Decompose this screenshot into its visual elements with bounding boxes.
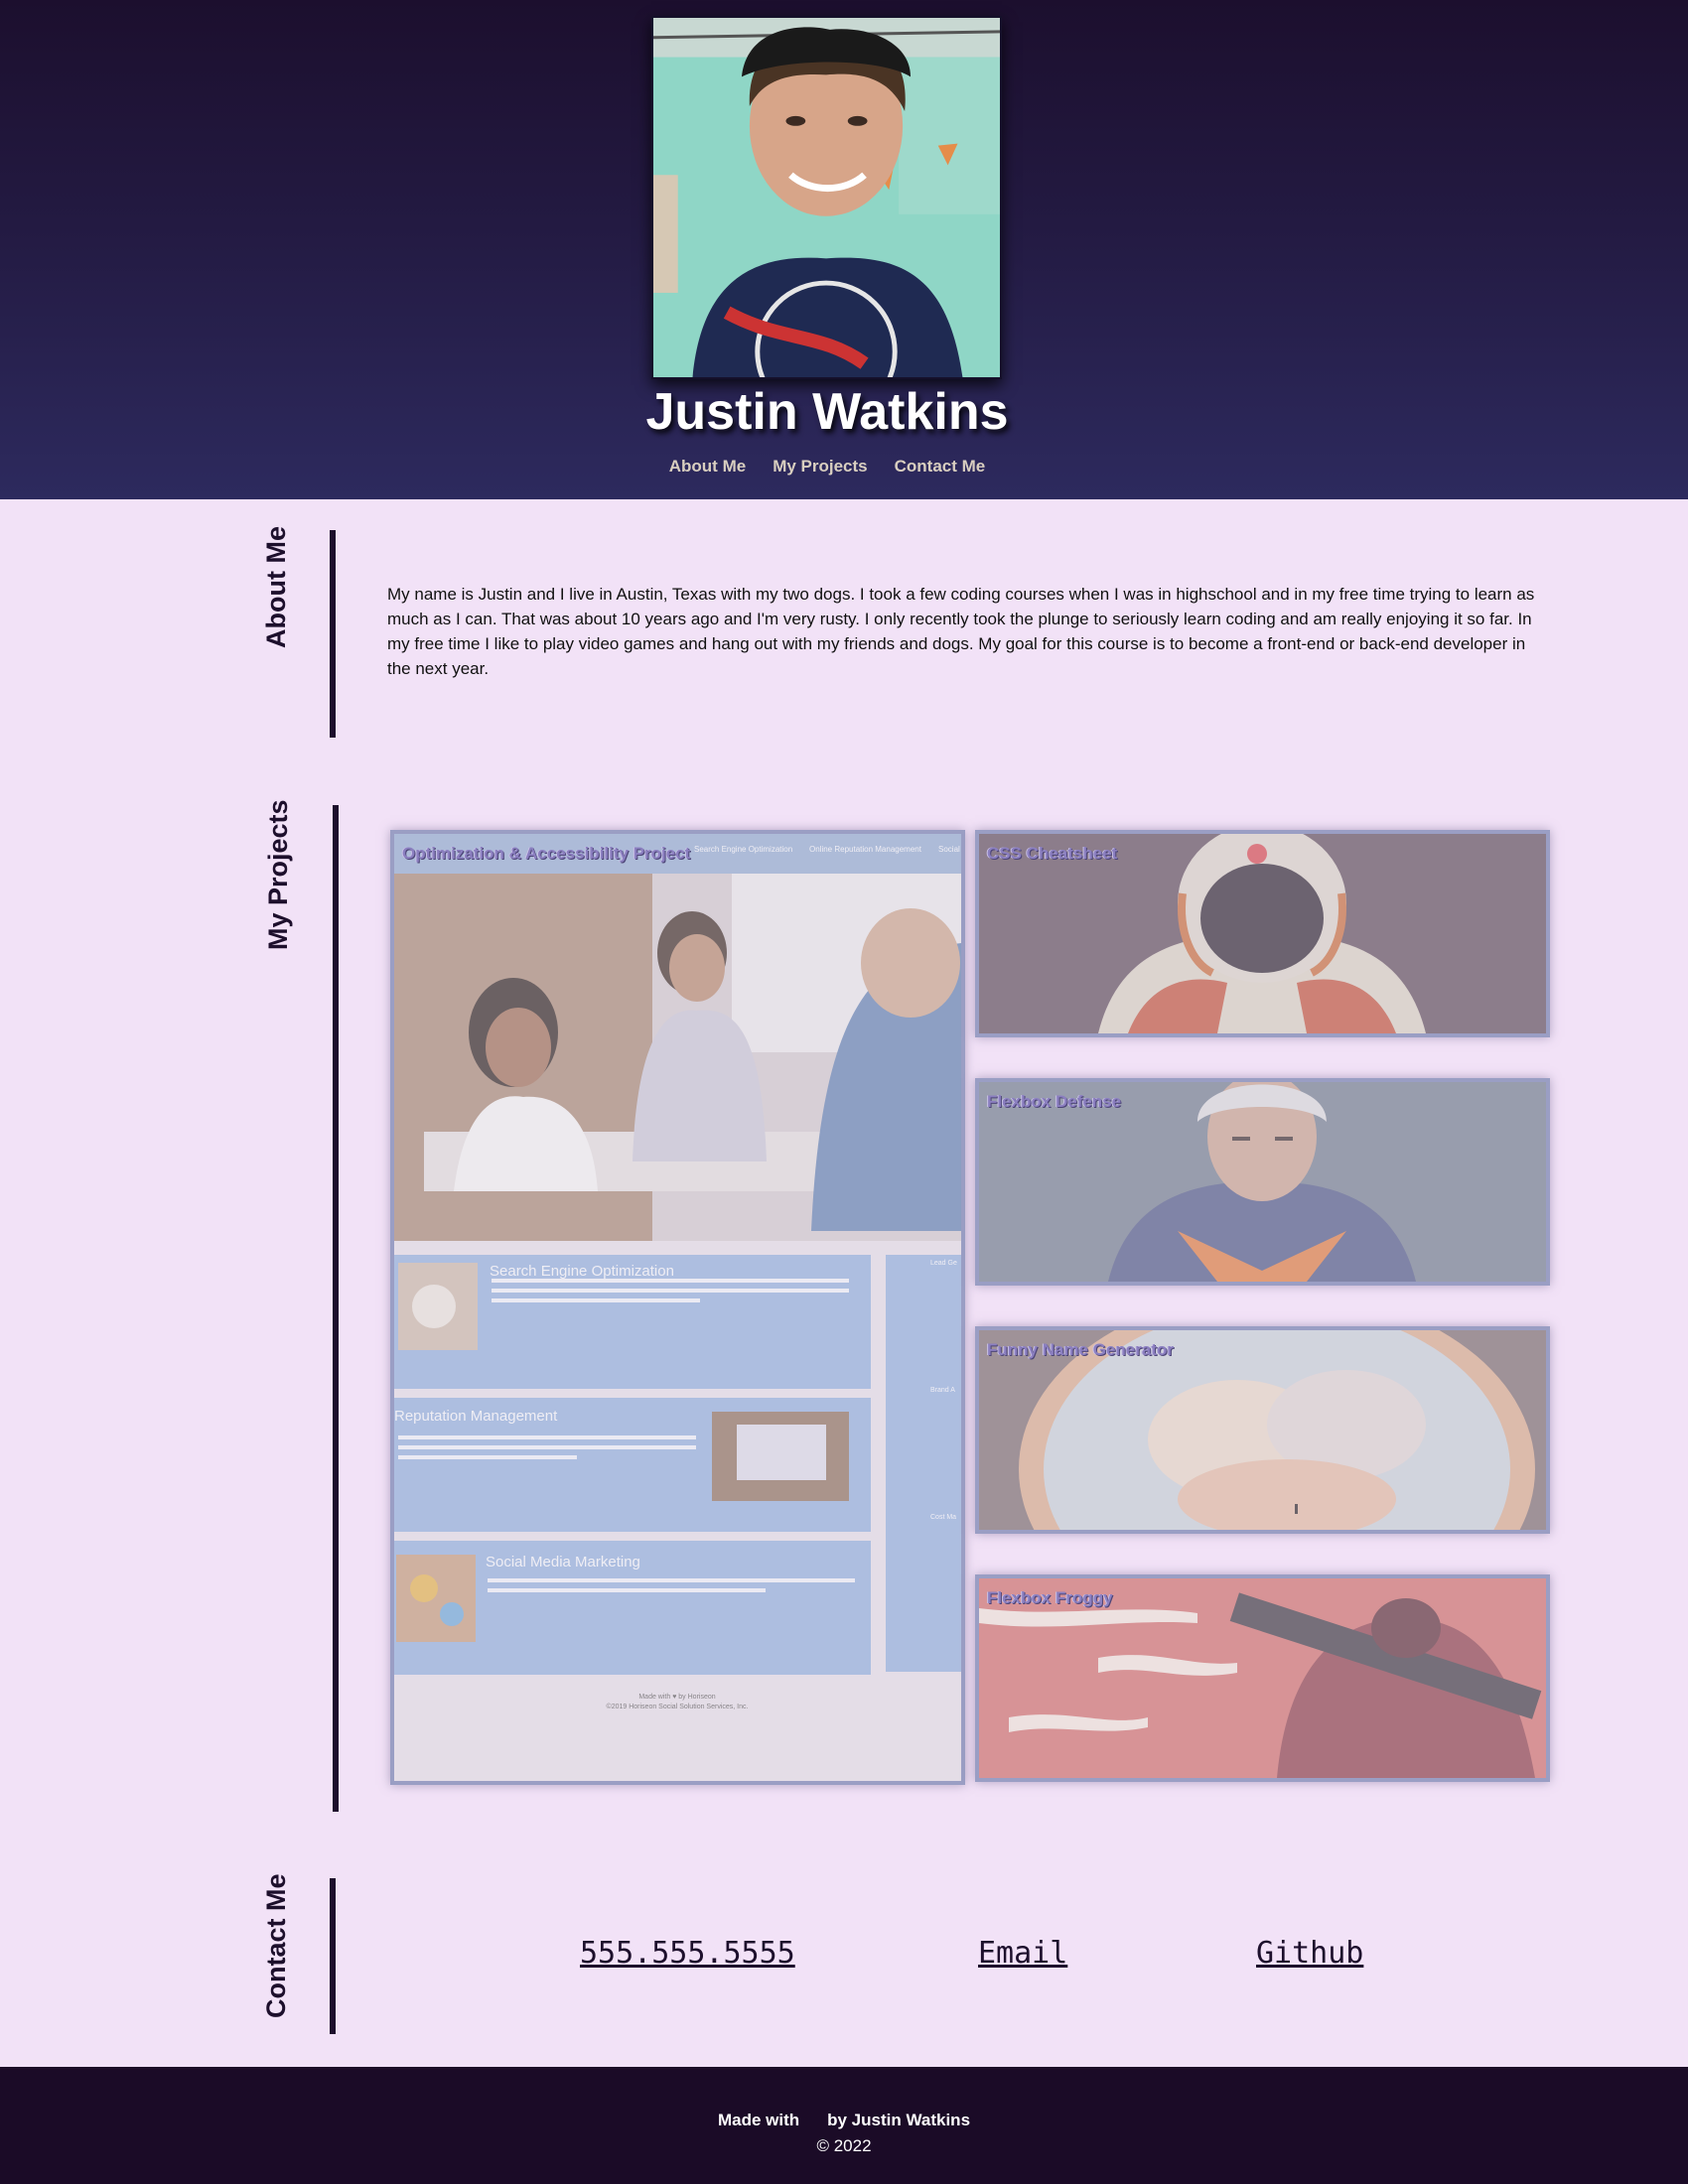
nav-about-me[interactable]: About Me [669,457,746,477]
contact-phone-link[interactable]: 555.555.5555 [580,1936,795,1971]
site-footer: Made with by Justin Watkins © 2022 [0,2067,1688,2184]
site-name: Justin Watkins [645,383,1009,441]
project-title-flexbox-defense: Flexbox Defense [987,1092,1122,1111]
card-tint [394,834,961,1781]
contact-github-link[interactable]: Github [1256,1936,1363,1971]
card-tint [979,1082,1546,1282]
footer-made-with: Made with [717,2111,800,2129]
project-card-flexbox-defense[interactable]: Flexbox Defense [975,1078,1550,1286]
main-nav: About Me My Projects Contact Me [0,457,1654,477]
site-header: Justin Watkins About Me My Projects Cont… [0,0,1688,499]
footer-author: by Justin Watkins [827,2111,971,2129]
card-tint [979,1330,1546,1530]
project-title-css-cheatsheet: CSS Cheatsheet [987,844,1118,863]
project-card-css-cheatsheet[interactable]: CSS Cheatsheet [975,830,1550,1037]
project-title-featured: Optimization & Accessibility Project [402,844,691,863]
profile-photo [651,16,1002,379]
nav-my-projects[interactable]: My Projects [773,457,867,477]
projects-section-rule [333,805,339,1812]
project-card-funny-name-generator[interactable]: Funny Name Generator [975,1326,1550,1534]
project-title-funny-name-generator: Funny Name Generator [987,1340,1174,1359]
nav-contact-me[interactable]: Contact Me [895,457,986,477]
project-card-flexbox-froggy[interactable]: Flexbox Froggy [975,1574,1550,1782]
footer-copyright: © 2022 [816,2136,872,2155]
project-title-flexbox-froggy: Flexbox Froggy [987,1588,1113,1607]
contact-email-link[interactable]: Email [978,1936,1067,1971]
card-tint [979,834,1546,1033]
contact-section-rule [330,1878,336,2034]
footer-credit: Made with by Justin Watkins [0,2111,1688,2130]
about-section-title: About Me [261,526,291,648]
contact-section-title: Contact Me [261,1873,291,2018]
about-section-rule [330,530,336,738]
about-text: My name is Justin and I live in Austin, … [387,585,1535,678]
projects-section-title: My Projects [263,799,293,950]
card-tint [979,1578,1546,1778]
project-card-featured[interactable]: Search Engine Optimization Reputation Ma… [390,830,965,1785]
